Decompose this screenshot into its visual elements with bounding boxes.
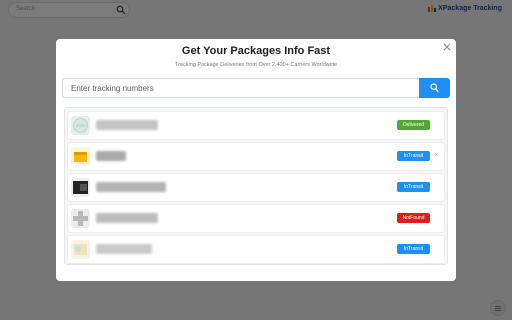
status-badge: NotFound	[397, 213, 430, 223]
package-row[interactable]: InTransit x	[68, 143, 444, 170]
carrier-logo	[71, 240, 90, 259]
package-list: Delivered InTransit x InTransit NotFound…	[64, 107, 448, 265]
tracking-number-input[interactable]	[62, 78, 419, 98]
search-button[interactable]	[419, 78, 450, 98]
modal-title: Get Your Packages Info Fast	[181, 45, 331, 57]
tracking-search-row	[62, 78, 450, 98]
carrier-logo	[71, 209, 90, 228]
search-icon	[430, 83, 439, 93]
tracking-number-redacted	[96, 213, 158, 223]
remove-package-button[interactable]: x	[435, 152, 438, 158]
carrier-logo	[71, 116, 90, 135]
carrier-logo	[71, 147, 90, 166]
tracking-number-redacted	[96, 120, 158, 130]
tracking-number-redacted	[96, 182, 166, 192]
tracking-modal: Get Your Packages Info Fast Tracking Pac…	[56, 39, 456, 281]
status-badge: InTransit	[397, 151, 430, 161]
package-row[interactable]: InTransit	[68, 236, 444, 263]
status-badge: InTransit	[397, 244, 430, 254]
tracking-number-redacted	[96, 151, 126, 161]
package-row[interactable]: Delivered	[68, 112, 444, 139]
package-row[interactable]: NotFound	[68, 205, 444, 232]
tracking-number-redacted	[96, 244, 152, 254]
carrier-logo	[71, 178, 90, 197]
modal-subtitle: Tracking Package Deliveries from Over 2,…	[174, 62, 338, 68]
status-badge: Delivered	[397, 120, 430, 130]
package-row[interactable]: InTransit	[68, 174, 444, 201]
status-badge: InTransit	[397, 182, 430, 192]
